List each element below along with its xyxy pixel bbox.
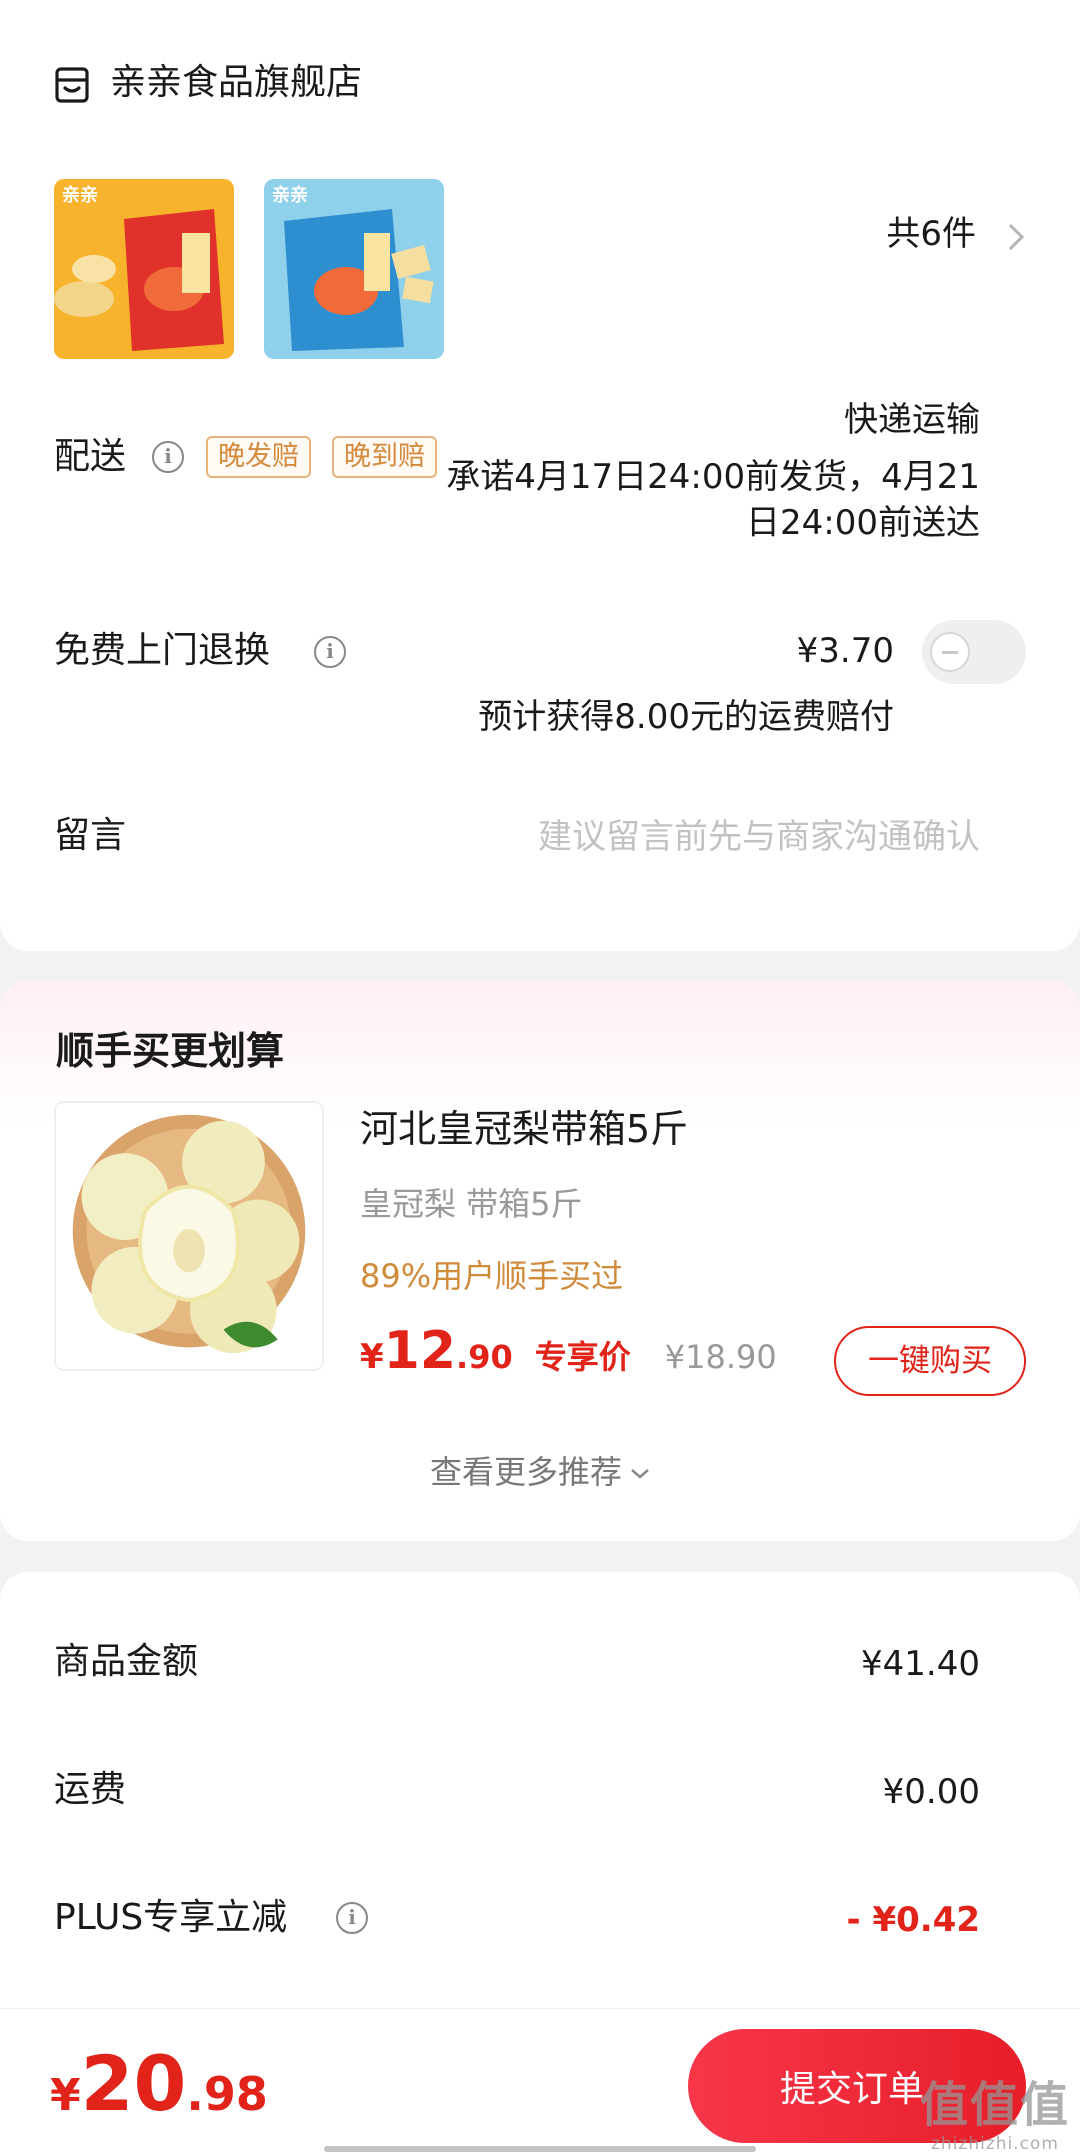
watermark-main: 值值值 <box>919 2077 1070 2133</box>
exclusive-price-tag: 专享价 <box>534 1338 631 1376</box>
chevron-down-icon <box>631 1469 649 1479</box>
return-service-label: 免费上门退换 <box>54 630 271 671</box>
item-count[interactable]: 共6件 <box>886 188 976 280</box>
bottom-bar: ¥ 20 .98 提交订单 值值值 zhizhizhi.com <box>0 2008 1080 2156</box>
toggle-knob <box>930 632 970 672</box>
summary-row-goods: 商品金额 ¥41.40 <box>54 1634 980 1690</box>
return-compensation-note: 预计获得8.00元的运费赔付 <box>478 697 894 737</box>
recommend-card: 顺手买更划算 河北皇冠梨带箱5斤 皇冠梨 带箱5斤 89%用户顺手买过 ¥ 12… <box>0 981 1080 1541</box>
watermark-sub: zhizhizhi.com <box>931 2134 1059 2154</box>
product-thumb-blue-bag[interactable]: 亲亲 <box>264 179 444 359</box>
total-symbol: ¥ <box>50 2070 81 2121</box>
price-integer: 12 <box>383 1321 457 1381</box>
product-thumb-orange-bag[interactable]: 亲亲 <box>54 179 234 359</box>
price-decimal: .90 <box>456 1338 513 1376</box>
store-card: 亲亲食品旗舰店 亲亲 亲亲 共6件 配送 i 晚发赔 晚到赔 快递运输 承诺4月… <box>0 0 1080 951</box>
info-icon[interactable]: i <box>152 441 184 473</box>
return-service-price: ¥3.70 <box>796 631 894 671</box>
message-input[interactable] <box>420 810 980 864</box>
recommend-title: 顺手买更划算 <box>56 1029 285 1073</box>
plus-discount-value: - ¥0.42 <box>846 1900 981 1940</box>
home-indicator[interactable] <box>324 2146 756 2152</box>
delivery-method[interactable]: 快递运输 <box>844 396 980 444</box>
info-icon[interactable]: i <box>336 1902 368 1934</box>
total-integer: 20 <box>80 2039 187 2128</box>
info-icon[interactable]: i <box>314 636 346 668</box>
svg-text:亲亲: 亲亲 <box>272 184 308 206</box>
total-decimal: .98 <box>186 2067 268 2121</box>
delivery-promise: 承诺4月17日24:00前发货，4月21日24:00前送达 <box>446 457 980 543</box>
summary-row-shipping: 运费 ¥0.00 <box>54 1762 980 1818</box>
price-symbol: ¥ <box>360 1337 384 1377</box>
goods-amount-value: ¥41.40 <box>861 1644 980 1684</box>
late-ship-tag: 晚发赔 <box>206 436 311 478</box>
more-recommend-label: 查看更多推荐 <box>429 1453 622 1491</box>
plus-discount-label: PLUS专享立减 <box>54 1897 288 1938</box>
recommend-product-name[interactable]: 河北皇冠梨带箱5斤 <box>360 1103 688 1155</box>
more-recommend-link[interactable]: 查看更多推荐 <box>0 1449 1080 1495</box>
return-service-toggle[interactable] <box>922 620 1026 684</box>
store-name[interactable]: 亲亲食品旗舰店 <box>110 60 362 106</box>
recommend-social-proof: 89%用户顺手买过 <box>360 1257 624 1295</box>
message-label: 留言 <box>54 815 127 856</box>
delivery-label: 配送 <box>54 436 127 477</box>
store-icon <box>55 67 89 103</box>
original-price: ¥18.90 <box>664 1338 777 1376</box>
watermark: 值值值 zhizhizhi.com <box>920 2077 1070 2155</box>
shipping-fee-value: ¥0.00 <box>882 1772 980 1812</box>
goods-amount-label: 商品金额 <box>54 1641 199 1682</box>
shipping-fee-label: 运费 <box>54 1769 127 1810</box>
pear-product-image[interactable] <box>54 1101 324 1371</box>
chevron-right-icon[interactable] <box>1006 222 1026 252</box>
svg-text:亲亲: 亲亲 <box>62 184 98 206</box>
summary-row-plus: PLUS专享立减 i - ¥0.42 <box>54 1890 980 1946</box>
one-click-buy-button[interactable]: 一键购买 <box>834 1326 1026 1396</box>
recommend-product-spec: 皇冠梨 带箱5斤 <box>360 1185 583 1223</box>
recommend-price: ¥ 12 .90 专享价 ¥18.90 <box>360 1321 777 1385</box>
order-total: ¥ 20 .98 <box>50 2039 268 2128</box>
late-arrival-tag: 晚到赔 <box>332 436 437 478</box>
